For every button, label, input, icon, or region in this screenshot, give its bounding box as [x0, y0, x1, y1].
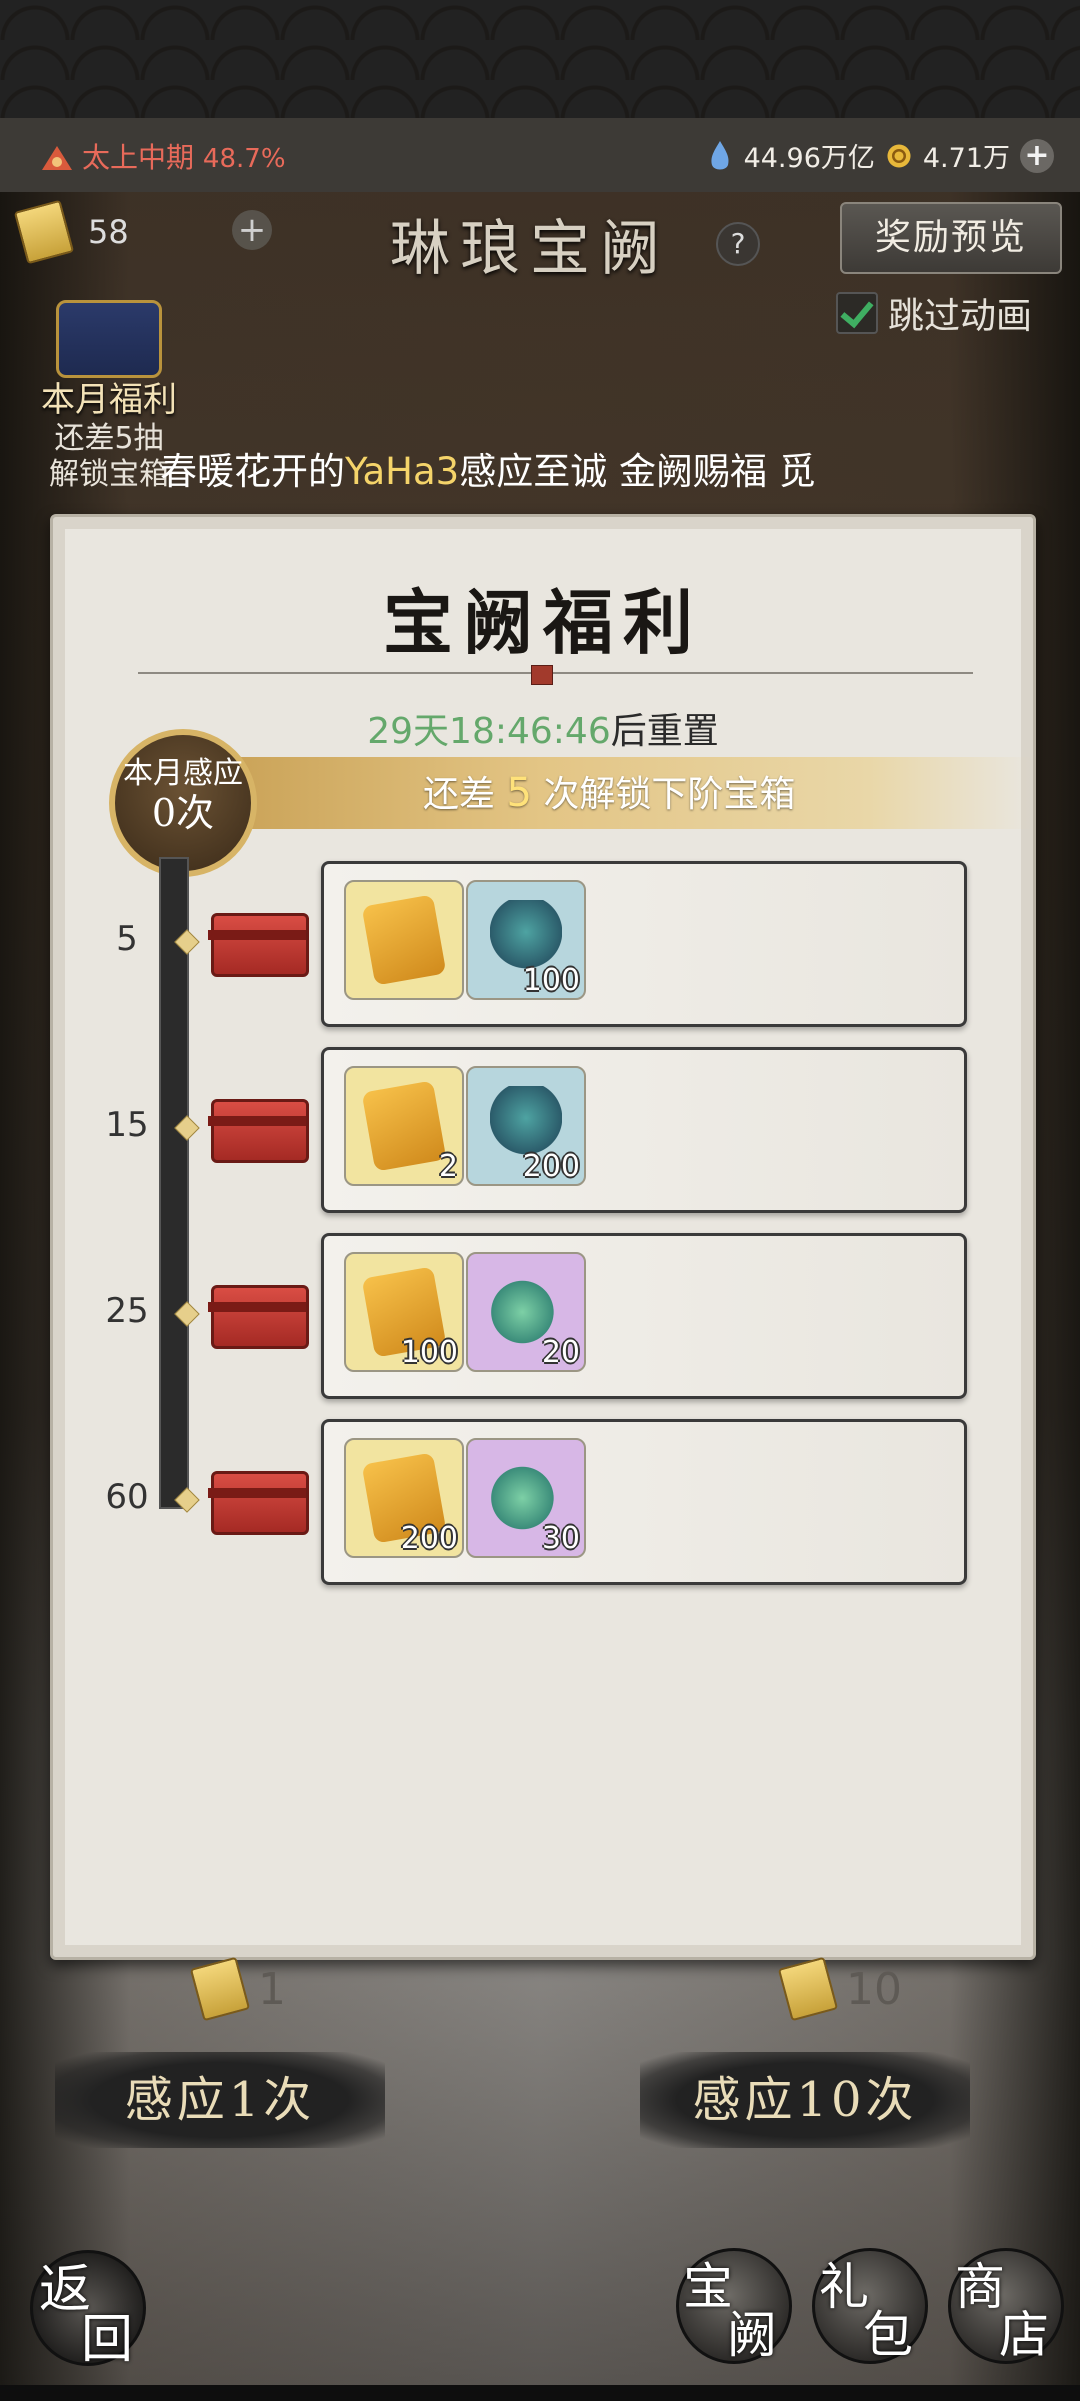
tier-row: 25 100 20	[53, 1233, 1033, 1399]
reward-item-fragment[interactable]: 200	[344, 1438, 464, 1558]
banner-remaining: 5	[506, 770, 532, 816]
tier-row: 5 100	[53, 861, 1033, 1027]
draw-ten-button[interactable]: 感应10次	[640, 2052, 970, 2148]
bottom-strip	[0, 2385, 1080, 2401]
realm-status: 太上中期 48.7%	[40, 136, 286, 176]
top-decor	[0, 0, 1080, 118]
nav-gift-button[interactable]: 礼 包	[812, 2248, 928, 2364]
ticket-icon	[13, 199, 75, 265]
reward-item-jade[interactable]: 30	[466, 1438, 586, 1558]
reward-item-spirit[interactable]: 100	[466, 880, 586, 1000]
shop-char-1: 商	[955, 2258, 1005, 2316]
tier-row: 60 200 30	[53, 1419, 1033, 1585]
item-qty: 30	[541, 1521, 580, 1556]
tier-marker	[174, 1301, 200, 1327]
badge-count: 0次	[151, 791, 215, 835]
nav-shop-button[interactable]: 商 店	[948, 2248, 1064, 2364]
skip-animation-toggle[interactable]: 跳过动画	[836, 287, 1032, 339]
ticket-icon	[189, 1956, 251, 2022]
ten-cost-value: 10	[846, 1963, 902, 2015]
reward-card: 100	[321, 861, 967, 1027]
status-bar: 太上中期 48.7% 44.96万亿 4.71万 +	[0, 118, 1080, 192]
baoque-char-2: 阙	[727, 2306, 777, 2364]
item-qty: 2	[438, 1149, 458, 1184]
marquee-suffix: 感应至诚 金阙赐福 觅	[459, 450, 816, 493]
tier-threshold: 25	[105, 1291, 149, 1331]
monthly-count-badge: 本月感应 0次	[109, 729, 257, 877]
currency-bar: 44.96万亿 4.71万 +	[706, 136, 1054, 175]
chest-icon[interactable]	[208, 1471, 309, 1535]
reward-item-spirit[interactable]: 200	[466, 1066, 586, 1186]
seal-icon	[531, 665, 553, 685]
ten-draw-cost: 10	[777, 1956, 902, 2022]
reward-card: 2 200	[321, 1047, 967, 1213]
ticket-icon	[777, 1956, 839, 2022]
item-qty: 200	[522, 1149, 580, 1184]
chest-icon[interactable]	[208, 1285, 309, 1349]
item-qty: 200	[400, 1521, 458, 1556]
panel-title: 宝阙福利	[383, 581, 703, 664]
reward-card: 100 20	[321, 1233, 967, 1399]
item-qty: 20	[541, 1335, 580, 1370]
marquee-player-name: YaHa3	[345, 450, 460, 493]
coin-icon	[887, 143, 911, 168]
page-title: 琳琅宝阙	[390, 214, 670, 284]
add-ticket-button[interactable]: +	[232, 210, 272, 250]
reward-item-jade[interactable]: 20	[466, 1252, 586, 1372]
spirit-stone-amount: 44.96万亿	[743, 143, 875, 174]
marquee-prefix: 春暖花开的	[160, 450, 345, 493]
item-qty: 100	[522, 963, 580, 998]
coin-amount: 4.71万	[922, 143, 1010, 174]
gift-char-2: 包	[863, 2306, 913, 2364]
reset-time: 29天18:46:46	[367, 711, 611, 752]
tier-threshold: 15	[105, 1105, 149, 1145]
banner-suffix: 次解锁下阶宝箱	[531, 774, 796, 815]
realm-icon	[42, 146, 72, 170]
reward-card: 200 30	[321, 1419, 967, 1585]
progress-banner: 还差 5 次解锁下阶宝箱	[213, 757, 1033, 829]
nav-baoque-button[interactable]: 宝 阙	[676, 2248, 792, 2364]
ticket-count-value: 58	[88, 213, 129, 251]
baoque-char-1: 宝	[683, 2258, 733, 2316]
tier-marker	[174, 929, 200, 955]
tier-marker	[174, 1115, 200, 1141]
title-divider	[138, 672, 973, 674]
help-icon[interactable]: ?	[716, 222, 760, 266]
tier-marker	[174, 1487, 200, 1513]
perk-title: 本月福利	[41, 380, 177, 420]
single-draw-cost: 1	[189, 1956, 286, 2022]
realm-percent: 48.7%	[202, 144, 286, 174]
back-char-2: 回	[81, 2310, 134, 2370]
reward-item-token[interactable]	[344, 880, 464, 1000]
skip-animation-checkbox[interactable]	[836, 292, 878, 334]
shop-char-2: 店	[999, 2306, 1049, 2364]
tier-row: 15 2 200	[53, 1047, 1033, 1213]
skip-animation-label: 跳过动画	[888, 296, 1033, 337]
badge-label: 本月感应	[123, 756, 243, 791]
draw-once-button[interactable]: 感应1次	[55, 2052, 385, 2148]
reward-item-fragment[interactable]: 100	[344, 1252, 464, 1372]
single-cost-value: 1	[258, 1963, 286, 2015]
back-button[interactable]: 返 回	[30, 2250, 146, 2370]
reward-preview-button[interactable]: 奖励预览	[840, 202, 1062, 274]
tier-threshold: 60	[105, 1477, 149, 1517]
reset-suffix: 后重置	[610, 711, 719, 752]
add-currency-button[interactable]: +	[1020, 138, 1054, 173]
gift-char-1: 礼	[819, 2258, 869, 2316]
banner-prefix: 还差	[423, 774, 507, 815]
reward-item-token[interactable]: 2	[344, 1066, 464, 1186]
tier-threshold: 5	[116, 919, 138, 959]
spirit-stone-icon	[711, 140, 729, 169]
ticket-counter: 58	[13, 199, 129, 265]
perk-chest-icon	[56, 300, 162, 378]
chest-icon[interactable]	[208, 913, 309, 977]
chest-icon[interactable]	[208, 1099, 309, 1163]
item-qty: 100	[400, 1335, 458, 1370]
realm-name: 太上中期	[82, 141, 195, 174]
welfare-panel: 宝阙福利 29天18:46:46后重置 还差 5 次解锁下阶宝箱 本月感应 0次…	[50, 514, 1036, 1960]
broadcast-marquee: 春暖花开的YaHa3感应至诚 金阙赐福 觅	[160, 442, 920, 502]
